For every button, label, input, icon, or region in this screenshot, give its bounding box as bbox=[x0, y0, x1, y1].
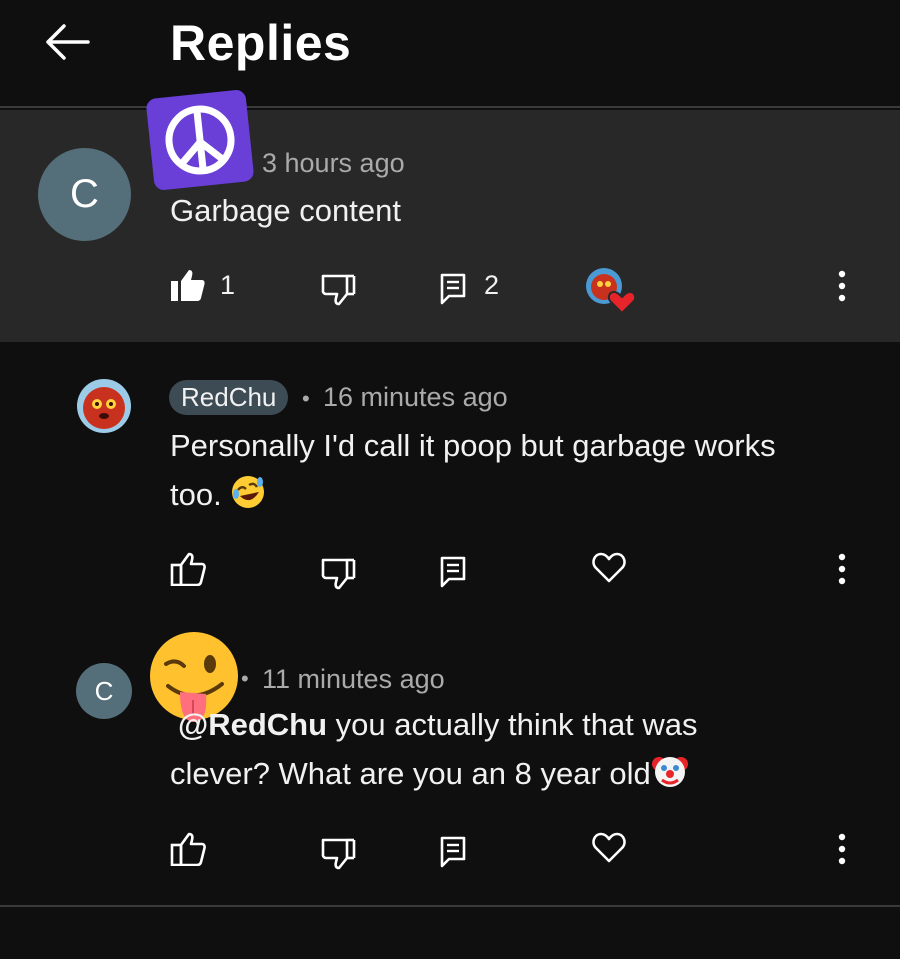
more-options-button[interactable] bbox=[836, 270, 848, 307]
reply-button[interactable] bbox=[440, 556, 466, 593]
more-vertical-icon bbox=[838, 833, 846, 865]
heart-button[interactable] bbox=[592, 832, 626, 869]
comment-text-line1: you actually think that was bbox=[327, 707, 698, 742]
reply-count: 2 bbox=[484, 270, 500, 300]
clown-emoji bbox=[651, 752, 689, 804]
thumbs-up-filled-icon bbox=[171, 270, 205, 301]
dislike-button[interactable] bbox=[320, 836, 356, 875]
more-vertical-icon bbox=[838, 270, 846, 302]
thumbs-down-icon bbox=[321, 558, 356, 590]
like-button[interactable] bbox=[170, 552, 206, 591]
clown-face-icon bbox=[651, 757, 688, 787]
back-button[interactable] bbox=[44, 22, 90, 62]
app-header: Replies bbox=[0, 0, 900, 108]
thumbs-down-icon bbox=[321, 838, 356, 870]
peace-sign-sticker bbox=[145, 89, 255, 191]
dislike-button[interactable] bbox=[320, 272, 356, 311]
thumbs-up-icon bbox=[170, 552, 206, 587]
comment-text-line1: Personally I'd call it poop but garbage … bbox=[170, 428, 776, 463]
page-title: Replies bbox=[170, 15, 352, 71]
divider bbox=[0, 905, 900, 907]
heart-outline-icon bbox=[592, 832, 626, 863]
heart-outline-icon bbox=[592, 552, 626, 583]
comment-icon bbox=[440, 556, 466, 588]
avatar[interactable] bbox=[76, 378, 132, 434]
thumbs-down-icon bbox=[321, 274, 356, 306]
dislike-button[interactable] bbox=[320, 556, 356, 595]
avatar[interactable]: C bbox=[38, 148, 131, 241]
comment-icon bbox=[440, 273, 466, 305]
like-button[interactable] bbox=[170, 832, 206, 871]
comment-timestamp: 11 minutes ago bbox=[262, 664, 445, 694]
avatar-letter: C bbox=[70, 172, 99, 216]
like-button[interactable] bbox=[170, 268, 206, 307]
comment-text: @RedChu you actually think that was clev… bbox=[170, 700, 870, 804]
thumbs-up-icon bbox=[170, 832, 206, 867]
meta-separator: • bbox=[241, 666, 249, 691]
reply-button[interactable] bbox=[440, 836, 466, 873]
heart-button[interactable] bbox=[592, 552, 626, 589]
comment-text: Garbage content bbox=[170, 193, 401, 228]
meta-separator: • bbox=[302, 386, 310, 411]
creator-heart-icon bbox=[586, 268, 637, 315]
reply-button[interactable] bbox=[440, 273, 466, 310]
comment-text-line2: clever? What are you an 8 year old bbox=[170, 756, 651, 791]
avatar[interactable]: C bbox=[76, 663, 132, 719]
author-name-chip[interactable]: RedChu bbox=[169, 380, 289, 415]
comment-text: Personally I'd call it poop but garbage … bbox=[170, 421, 850, 524]
comment-timestamp: 16 minutes ago bbox=[323, 382, 508, 412]
creator-heart bbox=[584, 266, 638, 321]
mention-link[interactable]: @RedChu bbox=[178, 707, 327, 742]
more-options-button[interactable] bbox=[836, 833, 848, 870]
redchu-avatar-icon bbox=[77, 379, 131, 433]
comment-timestamp: 3 hours ago bbox=[262, 148, 405, 178]
parent-comment: C 3 hours ago Garbage content 1 2 bbox=[0, 89, 900, 342]
comment-icon bbox=[440, 836, 466, 868]
more-vertical-icon bbox=[838, 553, 846, 585]
like-count: 1 bbox=[220, 270, 236, 300]
avatar-letter: C bbox=[94, 675, 114, 706]
comment-text-line2: too. bbox=[170, 477, 222, 512]
rofl-emoji-icon bbox=[232, 476, 265, 508]
arrow-left-icon bbox=[46, 24, 90, 60]
peace-sign-icon bbox=[165, 105, 235, 175]
more-options-button[interactable] bbox=[836, 553, 848, 590]
rofl-emoji bbox=[230, 474, 266, 524]
